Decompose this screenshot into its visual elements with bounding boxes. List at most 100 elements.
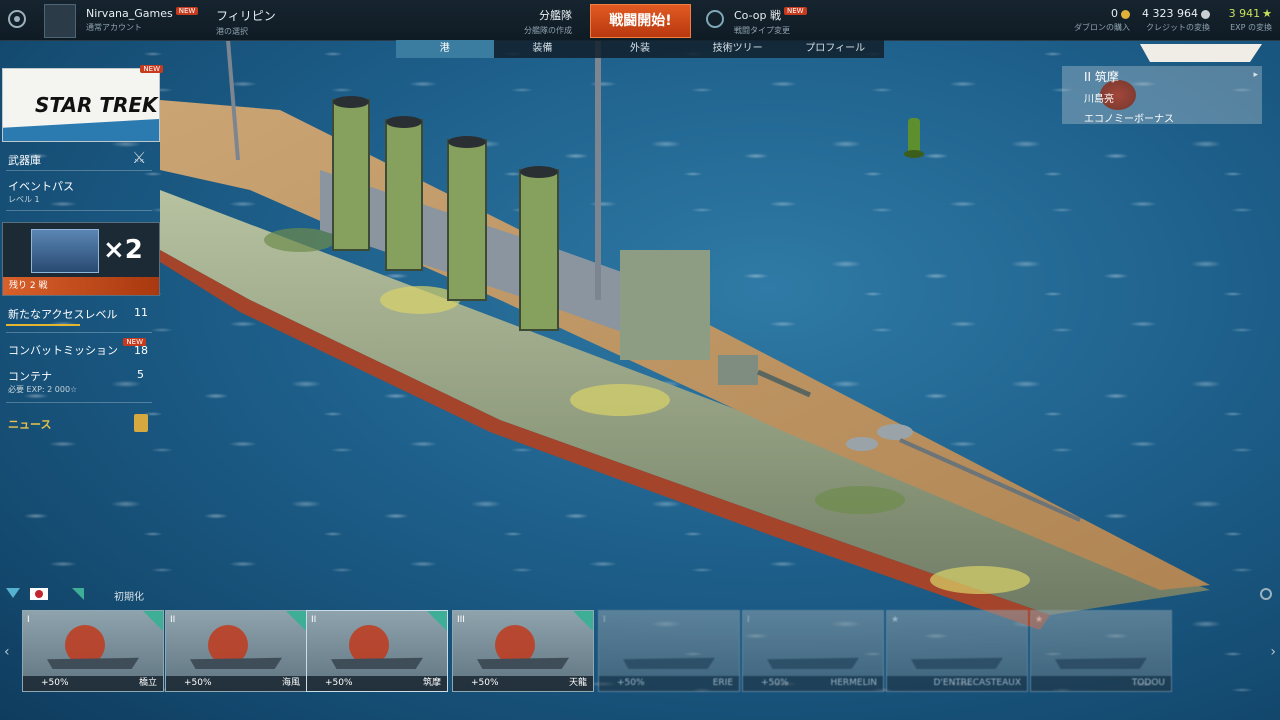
carousel-left-arrow[interactable]: ‹ xyxy=(4,644,10,660)
ship-tier: I xyxy=(747,615,750,625)
banner-new-badge: NEW xyxy=(140,65,163,73)
ship-bonus: +50% xyxy=(761,678,789,688)
ship-tier: I xyxy=(603,615,606,625)
armory-icon: ⚔ xyxy=(132,148,147,167)
ship-card-footer: D'ENTRECASTEAUX xyxy=(887,676,1027,691)
division-button[interactable]: 分艦隊 分艦隊の作成 xyxy=(512,7,572,36)
ship-card-name: D'ENTRECASTEAUX xyxy=(933,678,1021,688)
ship-card[interactable]: ★ D'ENTRECASTEAUX xyxy=(886,610,1028,692)
account-name: Nirvana_Games xyxy=(86,7,173,20)
carousel-settings-icon[interactable] xyxy=(1260,588,1272,600)
ship-bonus: +50% xyxy=(184,678,212,688)
battle-type-selector[interactable]: Co-op 戦 NEW 戦闘タイプ変更 xyxy=(734,7,807,36)
ship-card[interactable]: III +50% 天龍 xyxy=(452,610,594,692)
premium-filter-icon[interactable] xyxy=(72,588,84,600)
event-banner[interactable]: STAR TREK NEW xyxy=(2,65,163,142)
ship-card-name: HERMELIN xyxy=(830,678,877,688)
ship-silhouette xyxy=(911,657,1003,669)
division-label: 分艦隊 xyxy=(539,9,572,22)
event-pass-level: レベル 1 xyxy=(8,195,40,204)
tab-tech-tree[interactable]: 技術ツリー xyxy=(689,40,787,58)
carousel-right-arrow[interactable]: › xyxy=(1270,644,1276,660)
premium-corner xyxy=(143,611,163,631)
ship-silhouette xyxy=(623,657,715,669)
ship-card-footer: +50% 海風 xyxy=(166,676,306,691)
ship-bonus: +50% xyxy=(617,678,645,688)
filter-icon[interactable] xyxy=(6,588,20,598)
doubloons-value: 0 xyxy=(1111,7,1118,20)
tab-port[interactable]: 港 xyxy=(396,40,494,58)
new-badge: NEW xyxy=(175,7,199,15)
supply-crate[interactable]: ×2 残り 2 戦 xyxy=(2,222,160,296)
crate-count: ×2 xyxy=(103,235,143,265)
banner-title: STAR TREK xyxy=(35,93,158,117)
doubloon-icon xyxy=(1121,9,1130,19)
ship-card-name: 筑摩 xyxy=(422,678,441,688)
settings-icon[interactable] xyxy=(8,10,26,28)
missions-label: コンバットミッション xyxy=(8,344,118,357)
commander-name[interactable]: 川島亮 xyxy=(1084,90,1114,105)
ship-card[interactable]: I +50% HERMELIN xyxy=(742,610,884,692)
battle-mode-label: Co-op 戦 xyxy=(734,9,781,22)
premium-corner xyxy=(286,611,306,631)
missions-count: 18 xyxy=(134,344,148,357)
account-type: 通常アカウント xyxy=(86,23,142,32)
account-menu[interactable]: Nirvana_Games NEW 通常アカウント xyxy=(86,7,199,33)
credits[interactable]: 4 323 964 クレジットの変換 xyxy=(1140,7,1210,33)
avatar[interactable] xyxy=(44,4,76,38)
main-tabs: 港 装備 外装 技術ツリー プロフィール xyxy=(396,40,884,58)
access-level-count: 11 xyxy=(134,306,148,319)
ship-card-footer: TODOU xyxy=(1031,676,1171,691)
access-progress xyxy=(6,324,80,326)
ship-card[interactable]: ★ TODOU xyxy=(1030,610,1172,692)
chevron-right-icon[interactable]: ▸ xyxy=(1253,70,1258,80)
ship-card-name: TODOU xyxy=(1131,678,1165,688)
containers[interactable]: コンテナ 5 必要 EXP: 2 000☆ xyxy=(8,368,148,395)
carousel-filters: 初期化 xyxy=(0,586,1280,604)
crate-icon xyxy=(31,229,99,273)
mode-new-badge: NEW xyxy=(784,7,807,15)
ship-card-name: 海風 xyxy=(281,678,300,688)
doubloons[interactable]: 0 ダブロンの購入 xyxy=(1060,7,1130,33)
ship-card[interactable]: I +50% ERIE xyxy=(598,610,740,692)
divider xyxy=(6,210,152,211)
event-pass[interactable]: イベントパス レベル 1 xyxy=(8,178,164,205)
japan-flag-icon[interactable] xyxy=(30,588,48,600)
banner-stripe xyxy=(3,119,159,141)
battle-button[interactable]: 戦闘開始! xyxy=(590,4,691,38)
reset-filter-button[interactable]: 初期化 xyxy=(114,588,144,603)
ship-card-footer: +50% 橋立 xyxy=(23,676,163,691)
port-select-label: 港の選択 xyxy=(216,27,248,36)
ship-card[interactable]: II +50% 海風 xyxy=(165,610,307,692)
economy-bonus: エコノミーボーナス xyxy=(1084,114,1174,125)
top-bar: Nirvana_Games NEW 通常アカウント フィリピン 港の選択 分艦隊 … xyxy=(0,0,1280,41)
ship-tier: ★ xyxy=(891,615,900,625)
ship-silhouette xyxy=(767,657,859,669)
ship-card-name: ERIE xyxy=(712,678,733,688)
credits-sub: クレジットの変換 xyxy=(1146,23,1210,32)
combat-missions[interactable]: コンバットミッション NEW 18 xyxy=(8,338,148,358)
tab-profile[interactable]: プロフィール xyxy=(786,40,884,58)
credits-value: 4 323 964 xyxy=(1142,7,1198,20)
port-selector[interactable]: フィリピン 港の選択 xyxy=(216,7,276,37)
ship-bonus: +50% xyxy=(471,678,499,688)
battle-mode-sub: 戦闘タイプ変更 xyxy=(734,26,790,35)
ship-card-name: 橋立 xyxy=(138,678,157,688)
armory-label: 武器庫 xyxy=(8,154,41,167)
ship-carousel: ‹ › I +50% 橋立 I I +50% 海風 II +50% 筑摩 III +50… xyxy=(0,606,1280,692)
news-icon[interactable] xyxy=(134,414,148,432)
access-level-label: 新たなアクセスレベル xyxy=(8,308,118,321)
ship-info-panel: II 筑摩 川島亮 エコノミーボーナス ▸ xyxy=(1062,66,1262,125)
exp-value: 3 941 xyxy=(1228,7,1261,20)
tab-exterior[interactable]: 外装 xyxy=(591,40,689,58)
ship-card-selected[interactable]: II +50% 筑摩 xyxy=(306,610,448,692)
free-exp[interactable]: 3 941 ★ EXP の変換 xyxy=(1222,7,1272,33)
divider xyxy=(6,402,152,403)
ship-card[interactable]: I +50% 橋立 xyxy=(22,610,164,692)
tab-equipment[interactable]: 装備 xyxy=(494,40,592,58)
credit-icon xyxy=(1201,9,1210,19)
divider xyxy=(6,332,152,333)
ship-tier: III xyxy=(457,615,465,625)
divider xyxy=(6,170,152,171)
access-level[interactable]: 新たなアクセスレベル 11 xyxy=(8,306,148,322)
